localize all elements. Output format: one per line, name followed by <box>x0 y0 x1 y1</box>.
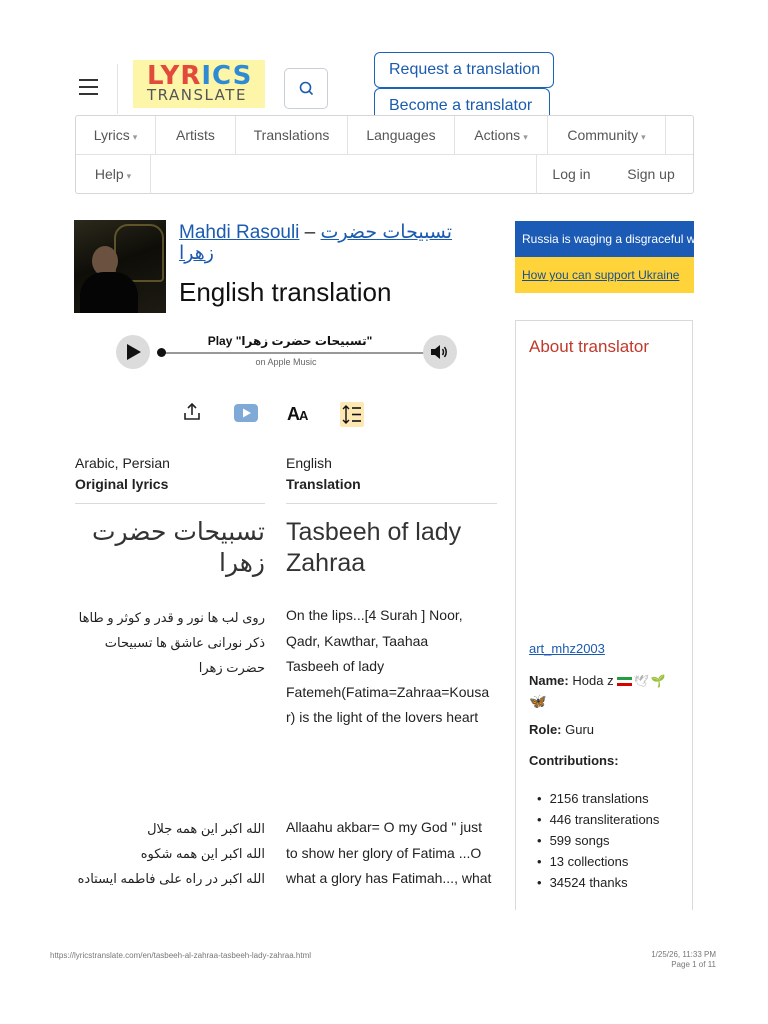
lyric-line: On the lips...[4 Surah ] Noor, <box>286 607 463 623</box>
lyric-line: to show her glory of Fatima ...O <box>286 844 482 861</box>
print-footer-url: https://lyricstranslate.com/en/tasbeeh-a… <box>50 951 312 960</box>
share-button[interactable] <box>182 402 204 426</box>
player-title: Play "تسبیحات حضرت زهرا" <box>207 334 373 348</box>
play-icon <box>127 344 141 360</box>
lyric-line: حضرت زهرا <box>198 660 265 675</box>
translator-name: Name: Hoda z 🕊 🌱 🦋 <box>529 673 666 709</box>
nav-lyrics[interactable]: Lyrics ▾ <box>76 116 156 155</box>
about-translator-panel: About translator art_mhz2003 Name: Hoda … <box>515 320 693 910</box>
translation-label: Translation <box>286 476 361 492</box>
site-logo[interactable]: LYRICS TRANSLATE <box>133 60 265 108</box>
header-divider <box>117 64 118 114</box>
butterfly-icon: 🦋 <box>529 693 547 709</box>
original-stanza-2: الله اکبر این همه جلال الله اکبر این همه… <box>75 816 265 891</box>
translation-column-header: English Translation <box>286 453 496 495</box>
lyric-line: Fatemeh(Fatima=Zahraa=Kousa <box>286 683 490 700</box>
line-spacing-icon <box>342 405 361 424</box>
contribution-item: 446 transliterations <box>541 809 660 830</box>
nav-languages[interactable]: Languages <box>348 116 455 155</box>
lyric-line: الله اکبر این همه شکوه <box>140 846 265 861</box>
signup-link[interactable]: Sign up <box>614 155 688 194</box>
translator-role: Role: Guru <box>529 722 595 737</box>
ukraine-banner: Russia is waging a disgraceful war on Uk… <box>515 221 694 293</box>
divider-left <box>75 503 265 504</box>
contribution-item: 34524 thanks <box>541 872 659 893</box>
contribution-item: 13 collections <box>541 851 659 872</box>
song-title-line: Mahdi Rasouli – تسبیحات حضرت زهرا <box>179 222 479 264</box>
lyric-line: الله اکبر این همه جلال <box>147 821 265 836</box>
font-size-button[interactable]: AA <box>287 402 313 426</box>
translation-language: English <box>286 455 332 471</box>
lyric-line: الله اکبر در راه علی فاطمه ایستاده <box>77 871 265 886</box>
request-translation-button[interactable]: Request a translation <box>374 52 554 88</box>
translated-song-title: Tasbeeh of lady Zahraa <box>286 518 462 577</box>
dove-icon: 🕊 <box>633 674 649 688</box>
original-stanza-1: روی لب ها نور و قدر و کوثر و طاها ذکر نو… <box>75 605 265 680</box>
lyric-line: what a glory has Fatimah..., what <box>286 870 492 886</box>
page-number: Page 1 of 11 <box>671 960 716 969</box>
translation-stanza-2: Allaahu akbar= O my God " just to show h… <box>286 815 498 892</box>
divider-right <box>286 503 497 504</box>
contribution-item: 599 songs <box>541 830 659 851</box>
print-datetime: 1/25/26, 11:33 PM <box>651 950 716 959</box>
line-height-button[interactable] <box>340 402 364 427</box>
ukraine-banner-text: Russia is waging a disgraceful war on Uk… <box>515 221 694 257</box>
nav-artists[interactable]: Artists <box>156 116 236 155</box>
player-subtitle: on Apple Music <box>255 357 317 367</box>
lyric-line: Qadr, Kawthar, Taahaa <box>286 632 429 649</box>
volume-button[interactable] <box>423 335 457 369</box>
artist-link[interactable]: Mahdi Rasouli <box>179 222 299 243</box>
hamburger-menu-icon[interactable] <box>79 79 98 95</box>
print-footer-info: 1/25/26, 11:33 PM Page 1 of 11 <box>651 950 716 970</box>
lyric-line: روی لب ها نور و قدر و کوثر و طاها <box>78 610 265 625</box>
song-link[interactable]: تسبیحات حضرت <box>321 222 453 243</box>
search-icon <box>299 81 314 96</box>
translation-stanza-1: On the lips...[4 Surah ] Noor, Qadr, Kaw… <box>286 603 498 731</box>
contributions-heading: Contributions: <box>529 753 619 768</box>
video-button[interactable] <box>234 404 258 428</box>
translator-profile-link[interactable]: art_mhz2003 <box>529 641 605 656</box>
seedling-icon: 🌱 <box>650 674 666 688</box>
original-language: Arabic, Persian <box>75 455 170 471</box>
original-column-header: Arabic, Persian Original lyrics <box>75 453 265 495</box>
song-artwork[interactable] <box>74 220 166 313</box>
contributions-list: 2156 translations 446 transliterations 5… <box>541 788 660 893</box>
nav-translations[interactable]: Translations <box>236 116 348 155</box>
play-button[interactable] <box>116 335 150 369</box>
lyric-line: ذکر نورانی عاشق ها تسبیحات <box>104 635 265 650</box>
player-progress-handle[interactable] <box>157 348 166 357</box>
nav-row-primary: Lyrics ▾ Artists Translations Languages A… <box>76 116 693 155</box>
nav-community[interactable]: Community ▾ <box>548 116 666 155</box>
player-progress-track[interactable] <box>160 352 425 354</box>
original-label: Original lyrics <box>75 476 169 492</box>
lyric-line: Tasbeeh of lady <box>286 658 385 674</box>
original-song-title: تسبیحات حضرت زهرا <box>91 518 265 577</box>
ukraine-support-link[interactable]: How you can support Ukraine <box>522 268 679 282</box>
volume-icon <box>431 345 447 359</box>
title-dash: – <box>299 222 321 243</box>
iran-flag-icon <box>616 677 632 687</box>
about-translator-heading: About translator <box>529 337 650 356</box>
main-navigation: Lyrics ▾ Artists Translations Languages A… <box>75 115 694 194</box>
page-title: English translation <box>179 277 392 307</box>
ukraine-support-area: How you can support Ukraine <box>515 257 694 293</box>
logo-wordmark-bottom: TRANSLATE <box>147 86 247 104</box>
lyric-line: Allaahu akbar= O my God " just <box>286 819 483 835</box>
login-link[interactable]: Log in <box>536 155 606 194</box>
nav-actions[interactable]: Actions ▾ <box>455 116 548 155</box>
share-icon <box>184 402 200 420</box>
lyric-line: r) is the light of the lovers heart <box>286 709 479 725</box>
search-button[interactable] <box>284 68 328 109</box>
song-link-continued[interactable]: زهرا <box>179 243 464 264</box>
contribution-item: 2156 translations <box>541 788 659 809</box>
video-play-icon <box>234 404 258 422</box>
nav-help[interactable]: Help ▾ <box>76 155 151 194</box>
font-size-icon: AA <box>287 404 308 424</box>
